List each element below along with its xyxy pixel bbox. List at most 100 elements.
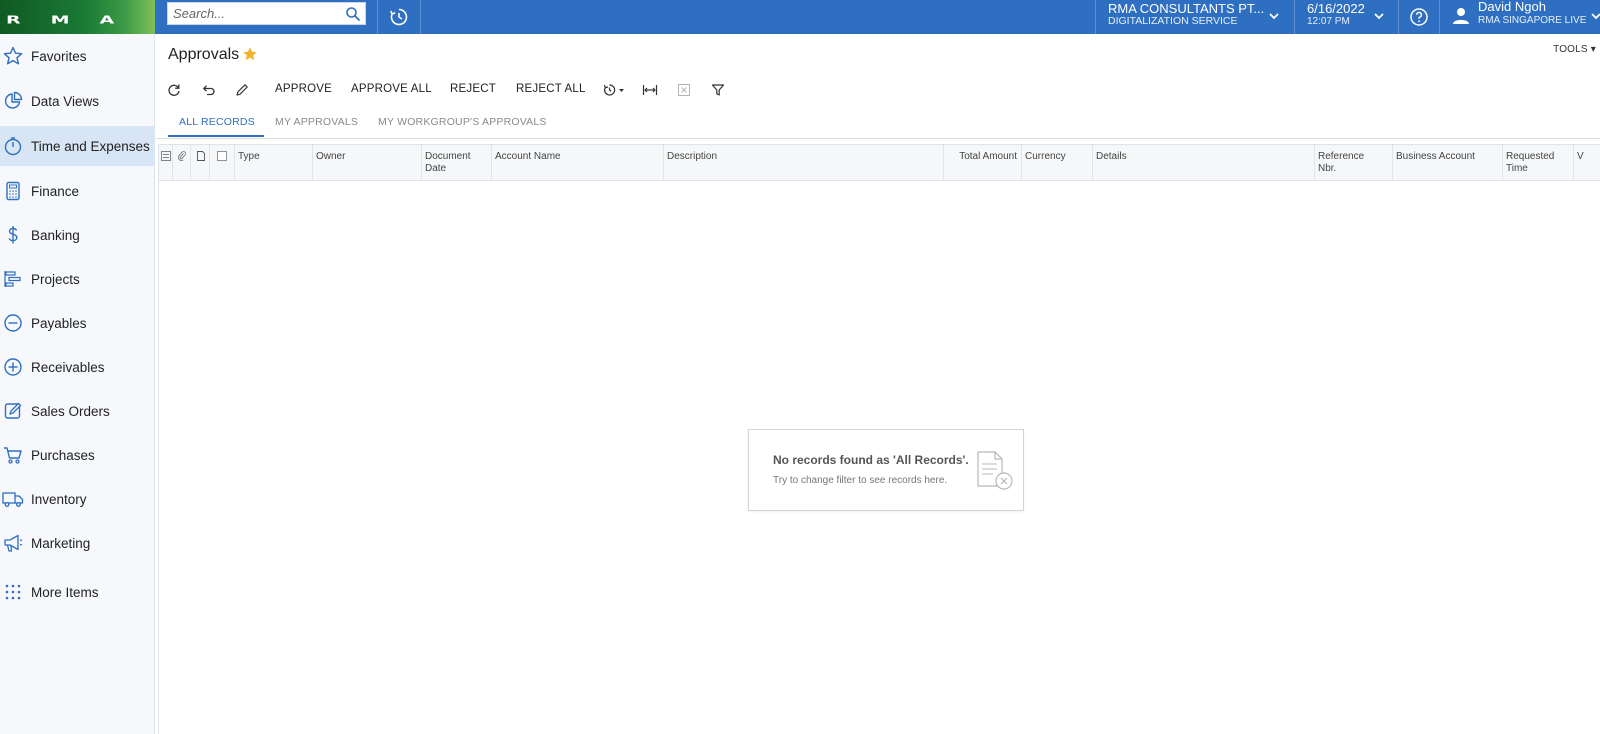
sidebar-item-label: Banking bbox=[31, 227, 80, 243]
sidebar-item-label: Purchases bbox=[31, 447, 95, 463]
sidebar-item-payables[interactable]: Payables bbox=[0, 303, 155, 343]
company-logo[interactable]: RMA bbox=[0, 0, 155, 34]
filter-icon bbox=[711, 84, 725, 96]
business-date-selector[interactable]: 6/16/2022 12:07 PM bbox=[1295, 0, 1398, 34]
edit-icon bbox=[2, 400, 24, 422]
pie-chart-icon bbox=[2, 90, 24, 112]
undo-button[interactable] bbox=[198, 80, 218, 100]
user-name: David Ngoh bbox=[1478, 0, 1546, 14]
sidebar-item-favorites[interactable]: Favorites bbox=[0, 36, 155, 76]
column-reference-nbr[interactable]: Reference Nbr. bbox=[1315, 145, 1393, 181]
sidebar: Favorites Data Views Time and Expenses F… bbox=[0, 34, 155, 734]
chevron-down-icon bbox=[1591, 13, 1600, 20]
sidebar-item-purchases[interactable]: Purchases bbox=[0, 435, 155, 475]
sidebar-item-receivables[interactable]: Receivables bbox=[0, 347, 155, 387]
sidebar-item-label: Projects bbox=[31, 271, 80, 287]
no-records-document-icon bbox=[977, 451, 1013, 490]
branch-name: DIGITALIZATION SERVICE bbox=[1108, 15, 1238, 27]
column-account-name[interactable]: Account Name bbox=[492, 145, 664, 181]
history-icon bbox=[603, 84, 624, 96]
refresh-button[interactable] bbox=[164, 80, 184, 100]
star-icon bbox=[2, 45, 24, 67]
sidebar-item-sales-orders[interactable]: Sales Orders bbox=[0, 391, 155, 431]
reject-button[interactable]: REJECT bbox=[450, 83, 496, 95]
column-description[interactable]: Description bbox=[664, 145, 944, 181]
column-overflow[interactable]: V bbox=[1574, 145, 1600, 181]
paperclip-icon bbox=[177, 151, 186, 161]
sidebar-item-label: Payables bbox=[31, 315, 87, 331]
sidebar-item-banking[interactable]: Banking bbox=[0, 215, 155, 255]
minus-circle-icon bbox=[2, 312, 24, 334]
column-total-amount[interactable]: Total Amount bbox=[944, 145, 1022, 181]
column-currency[interactable]: Currency bbox=[1022, 145, 1093, 181]
pencil-icon bbox=[236, 84, 248, 96]
undo-icon bbox=[202, 85, 215, 96]
gantt-icon bbox=[2, 268, 24, 290]
select-all-checkbox[interactable] bbox=[217, 151, 227, 161]
fit-columns-button[interactable] bbox=[640, 80, 660, 100]
grid-dots-icon bbox=[2, 581, 24, 603]
grid-border bbox=[158, 144, 159, 734]
chevron-down-icon bbox=[1269, 13, 1279, 20]
column-label: V bbox=[1577, 151, 1584, 162]
company-branch-selector[interactable]: RMA CONSULTANTS PT... DIGITALIZATION SER… bbox=[1096, 0, 1294, 34]
column-details[interactable]: Details bbox=[1093, 145, 1315, 181]
column-business-account[interactable]: Business Account bbox=[1393, 145, 1503, 181]
search-box bbox=[167, 2, 366, 25]
sidebar-item-label: Finance bbox=[31, 183, 80, 199]
grid-header: Type Owner Document Date Account Name De… bbox=[159, 144, 1600, 181]
logo-text: RMA bbox=[6, 13, 145, 26]
empty-state-panel: No records found as 'All Records'. Try t… bbox=[748, 429, 1024, 511]
reject-all-button[interactable]: REJECT ALL bbox=[516, 83, 586, 95]
sidebar-item-inventory[interactable]: Inventory bbox=[0, 479, 155, 519]
column-row-settings[interactable] bbox=[159, 145, 173, 181]
search-input[interactable] bbox=[168, 3, 340, 24]
sidebar-item-projects[interactable]: Projects bbox=[0, 259, 155, 299]
help-icon bbox=[1410, 8, 1428, 26]
sidebar-item-label: Time and Expenses bbox=[31, 138, 150, 154]
truck-icon bbox=[2, 488, 24, 510]
column-notes[interactable] bbox=[191, 145, 210, 181]
tab-my-workgroups-approvals[interactable]: MY WORKGROUP'S APPROVALS bbox=[378, 116, 547, 128]
history-dropdown-button[interactable] bbox=[602, 80, 630, 100]
active-tab-indicator bbox=[168, 135, 264, 137]
sidebar-item-label: Sales Orders bbox=[31, 403, 110, 419]
app-window: RMA RMA CONSULTANTS PT... DIGITALIZATION… bbox=[0, 0, 1600, 734]
user-icon bbox=[1453, 8, 1469, 24]
column-label: Type bbox=[238, 151, 260, 162]
approve-all-button[interactable]: APPROVE ALL bbox=[351, 83, 432, 95]
edit-button[interactable] bbox=[232, 80, 252, 100]
column-label: Account Name bbox=[495, 151, 561, 162]
favorite-star-icon[interactable] bbox=[242, 46, 258, 62]
recent-history-button[interactable] bbox=[378, 0, 420, 34]
column-select-all[interactable] bbox=[210, 145, 235, 181]
search-icon[interactable] bbox=[345, 6, 361, 22]
sidebar-item-marketing[interactable]: Marketing bbox=[0, 523, 155, 563]
column-requested-time[interactable]: Requested Time bbox=[1503, 145, 1574, 181]
tenant-name: RMA SINGAPORE LIVE bbox=[1478, 15, 1587, 26]
sidebar-item-label: Inventory bbox=[31, 491, 87, 507]
column-attachments[interactable] bbox=[173, 145, 191, 181]
sidebar-item-more-items[interactable]: More Items bbox=[0, 572, 155, 612]
help-button[interactable] bbox=[1399, 0, 1439, 34]
tab-all-records[interactable]: ALL RECORDS bbox=[179, 116, 255, 128]
company-name: RMA CONSULTANTS PT... bbox=[1108, 1, 1265, 16]
column-owner[interactable]: Owner bbox=[313, 145, 422, 181]
export-excel-button[interactable] bbox=[674, 80, 694, 100]
column-type[interactable]: Type bbox=[235, 145, 313, 181]
calculator-icon bbox=[2, 180, 24, 202]
tab-my-approvals[interactable]: MY APPROVALS bbox=[275, 116, 358, 128]
sidebar-item-finance[interactable]: Finance bbox=[0, 171, 155, 211]
fit-to-screen-icon bbox=[642, 85, 658, 95]
business-time: 12:07 PM bbox=[1307, 16, 1350, 27]
sidebar-item-time-and-expenses[interactable]: Time and Expenses bbox=[0, 126, 155, 166]
sidebar-item-data-views[interactable]: Data Views bbox=[0, 81, 155, 121]
user-menu[interactable]: David Ngoh RMA SINGAPORE LIVE bbox=[1440, 0, 1600, 34]
megaphone-icon bbox=[2, 532, 24, 554]
tools-menu[interactable]: TOOLS ▾ bbox=[1553, 44, 1596, 55]
sidebar-item-label: Favorites bbox=[31, 48, 87, 64]
filter-button[interactable] bbox=[708, 80, 728, 100]
approve-button[interactable]: APPROVE bbox=[275, 83, 332, 95]
column-document-date[interactable]: Document Date bbox=[422, 145, 492, 181]
top-bar: RMA RMA CONSULTANTS PT... DIGITALIZATION… bbox=[0, 0, 1600, 34]
